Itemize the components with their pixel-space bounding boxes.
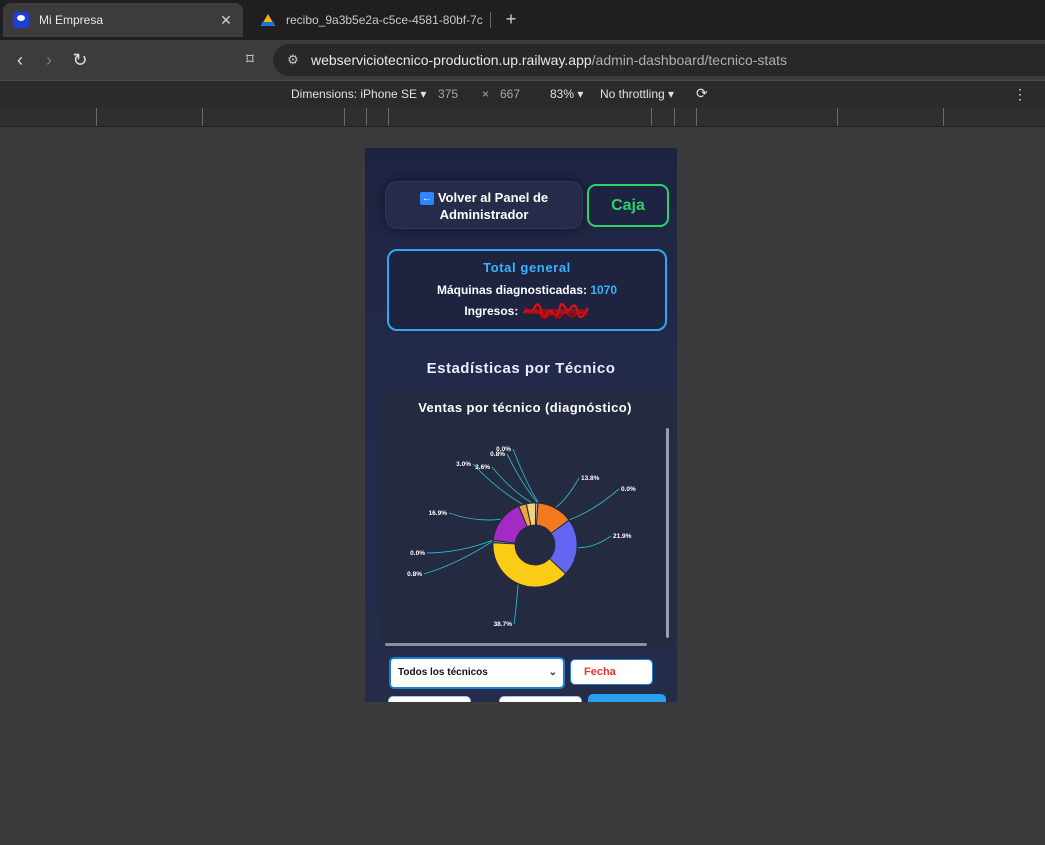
date-button[interactable]: Fecha	[570, 659, 653, 685]
date-from-input[interactable]	[388, 696, 471, 702]
slice-label: 3.0%	[456, 461, 471, 468]
leader-line	[555, 477, 580, 508]
device-dimensions-select[interactable]: Dimensions: iPhone SE ▾	[291, 87, 426, 101]
redacted-scribble	[522, 302, 590, 319]
machines-value: 1070	[590, 283, 618, 297]
forward-arrow-icon[interactable]: ›	[37, 48, 61, 72]
slice-label: 13.8%	[581, 475, 600, 482]
slice-label: 38.7%	[494, 621, 513, 628]
technician-select-value: Todos los técnicos	[398, 667, 488, 678]
vertical-scrollbar[interactable]	[666, 428, 669, 638]
back-arrow-icon[interactable]: ‹	[8, 48, 32, 72]
bookmark-icon[interactable]: ⌑	[238, 48, 262, 72]
leader-line	[577, 535, 612, 549]
machines-label: Máquinas diagnosticadas:	[436, 283, 587, 297]
leader-line	[506, 453, 538, 503]
leader-line	[448, 512, 501, 521]
url-path: /admin-dashboard/tecnico-stats	[591, 52, 787, 68]
back-to-admin-button[interactable]: ← Volver al Panel de Administrador	[385, 181, 583, 229]
site-info-icon[interactable]: ⚙	[285, 52, 301, 68]
leader-line	[426, 540, 493, 554]
address-bar[interactable]: ⚙ webserviciotecnico-production.up.railw…	[273, 44, 1045, 76]
app-logo-icon	[13, 12, 29, 28]
filter-button[interactable]	[588, 694, 666, 702]
device-height-input[interactable]: 667	[500, 87, 520, 101]
more-options-icon[interactable]: ⋮	[1013, 86, 1027, 103]
rotate-icon[interactable]: ⟳	[696, 85, 708, 102]
tab-mi-empresa[interactable]: Mi Empresa ✕	[3, 3, 243, 37]
tab-title: Mi Empresa	[39, 13, 104, 27]
tab-strip: Mi Empresa ✕ recibo_9a3b5e2a-c5ce-4581-8…	[0, 0, 1045, 40]
new-tab-icon[interactable]: +	[500, 8, 522, 30]
caja-button[interactable]: Caja	[587, 184, 669, 227]
income-label: Ingresos:	[464, 304, 519, 318]
slice-label: 0.0%	[496, 446, 511, 453]
close-icon[interactable]: ✕	[215, 12, 237, 29]
technician-select[interactable]: Todos los técnicos ⌄	[389, 657, 565, 689]
slice-label: 0.0%	[621, 486, 636, 493]
reload-icon[interactable]: ↻	[68, 48, 92, 72]
chart-card: Ventas por técnico (diagnóstico) 13.8% 0.…	[379, 390, 675, 648]
media-query-ruler	[0, 108, 1045, 127]
device-toolbar: Dimensions: iPhone SE ▾ 375 × 667 83% ▾ …	[0, 80, 1045, 108]
zoom-select[interactable]: 83% ▾	[550, 87, 583, 101]
url-host: webserviciotecnico-production.up.railway…	[311, 52, 592, 68]
total-title: Total general	[483, 260, 571, 275]
leader-line	[513, 584, 519, 625]
horizontal-scrollbar[interactable]	[385, 643, 647, 646]
total-general-card: Total general Máquinas diagnosticadas: 1…	[387, 249, 667, 331]
browser-toolbar: ‹ › ↻ ⌑ ⚙ webserviciotecnico-production.…	[0, 40, 1045, 80]
income-line: Ingresos:	[389, 302, 665, 319]
leader-line	[569, 488, 620, 521]
tab-divider	[490, 12, 491, 28]
google-drive-icon	[260, 12, 276, 28]
back-button-label: Volver al Panel de Administrador	[437, 190, 549, 222]
slice-label: 3.6%	[475, 464, 490, 471]
throttling-select[interactable]: No throttling ▾	[600, 87, 674, 101]
chevron-down-icon: ⌄	[548, 667, 557, 678]
slice-label: 16.9%	[429, 510, 448, 517]
device-width-input[interactable]: 375	[438, 87, 458, 101]
date-to-input[interactable]	[499, 696, 582, 702]
emulated-viewport: ← Volver al Panel de Administrador Caja T…	[365, 148, 677, 702]
dimensions-times: ×	[482, 87, 490, 101]
slice-label: 21.9%	[613, 533, 632, 540]
leader-line	[423, 541, 493, 575]
leader-line	[512, 448, 539, 503]
section-title: Estadísticas por Técnico	[426, 360, 616, 377]
tab-title: recibo_9a3b5e2a-c5ce-4581-80bf-7c	[286, 13, 483, 27]
donut-chart: 13.8% 0.0% 21.9% 38.7% 0.8% 0.0% 16.9% 3.0% 3.6%…	[407, 446, 636, 628]
machines-line: Máquinas diagnosticadas: 1070	[389, 283, 665, 297]
arrow-left-icon: ←	[419, 192, 434, 205]
slice-label: 0.0%	[410, 550, 425, 557]
tab-recibo[interactable]: recibo_9a3b5e2a-c5ce-4581-80bf-7c	[250, 3, 492, 37]
slice-label: 0.8%	[407, 571, 422, 578]
